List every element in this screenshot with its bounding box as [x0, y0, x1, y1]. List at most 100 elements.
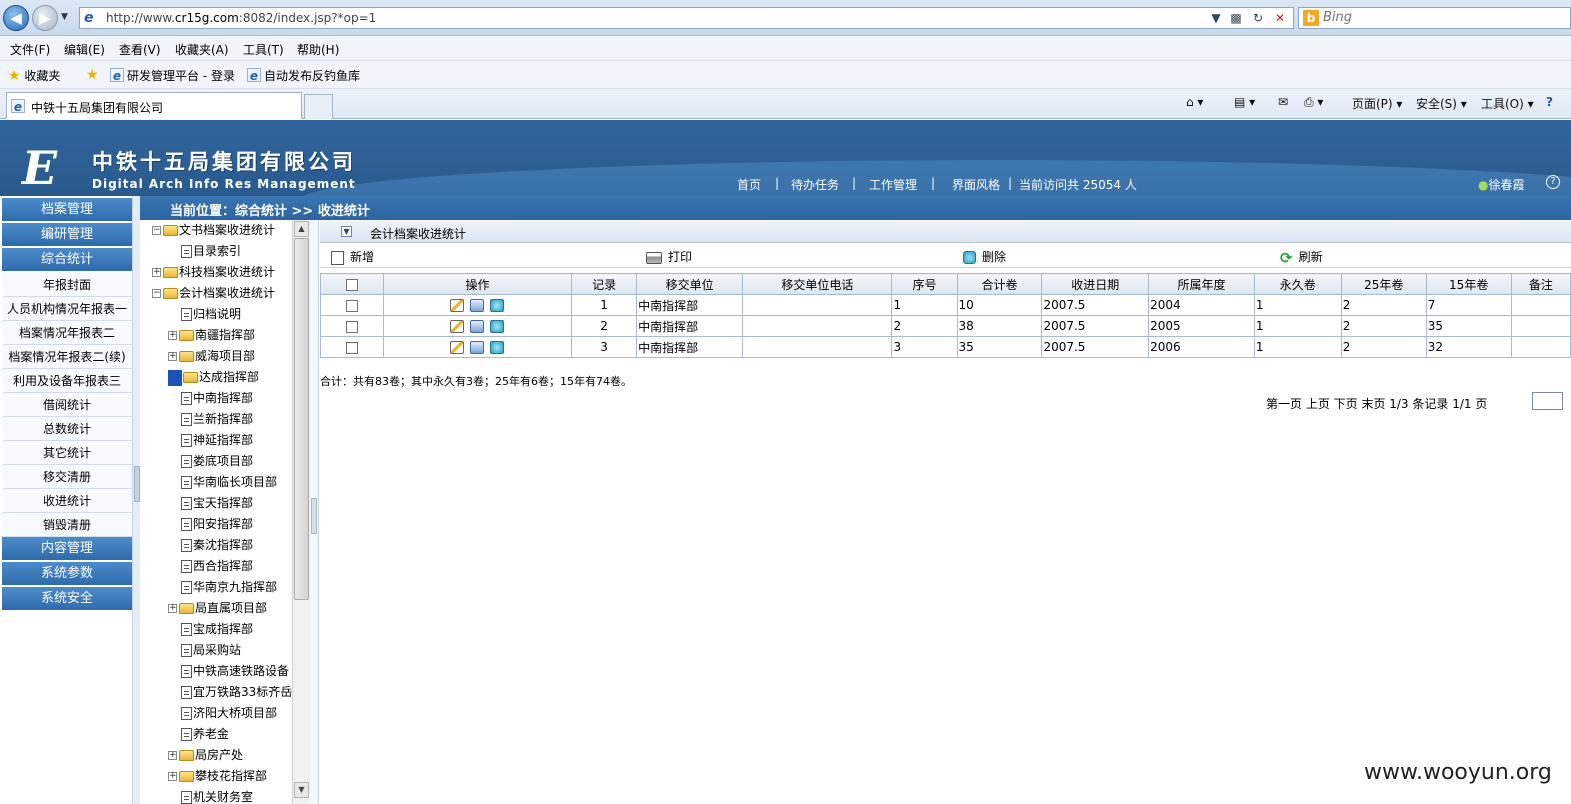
tree-node[interactable]: 目录索引 [168, 241, 241, 262]
tree-node[interactable]: 宝成指挥部 [168, 619, 253, 640]
expand-icon[interactable]: + [168, 352, 177, 361]
tree-node[interactable]: 济阳大桥项目部 [168, 703, 277, 724]
tree-node[interactable]: 西合指挥部 [168, 556, 253, 577]
favorite-link-rd-platform[interactable]: e 研发管理平台 - 登录 [110, 67, 235, 84]
help-icon[interactable]: ? [1546, 175, 1560, 189]
tree-node[interactable]: + 威海项目部 [168, 346, 255, 367]
tree-node[interactable]: 中铁高速铁路设备 [168, 661, 289, 682]
menu-view[interactable]: 查看(V) [119, 41, 161, 58]
tree-node[interactable]: 娄底项目部 [168, 451, 253, 472]
checkbox-icon[interactable] [345, 278, 358, 291]
delete-icon[interactable] [490, 299, 505, 312]
tree-node[interactable]: + 科技档案收进统计 [152, 262, 275, 283]
delete-icon[interactable] [490, 320, 505, 333]
expand-icon[interactable]: + [168, 751, 177, 760]
forward-button[interactable]: ▶ [32, 5, 58, 31]
edit-icon[interactable] [450, 320, 465, 333]
nav-item-6[interactable]: 档案情况年报表二(续) [2, 345, 132, 369]
nav-item-15[interactable]: 系统参数 [2, 562, 132, 586]
nav-work[interactable]: 工作管理 [869, 176, 917, 193]
row-checkbox[interactable] [345, 341, 358, 354]
tree-node[interactable]: 归档说明 [168, 304, 241, 325]
tree-node[interactable]: + 局直属项目部 [168, 598, 267, 619]
pagination[interactable]: 第一页 上页 下页 末页 1/3 条记录 1/1 页 [1266, 395, 1487, 412]
tree-node[interactable]: − 会计档案收进统计 [152, 283, 275, 304]
favorites-button[interactable]: ★ 收藏夹 [8, 67, 60, 84]
refresh-button[interactable]: ⟳ 刷新 [1280, 248, 1323, 265]
tree-node[interactable]: 宜万铁路33标齐岳 [168, 682, 292, 703]
expand-icon[interactable]: + [152, 268, 161, 277]
search-box[interactable]: b [1298, 7, 1571, 29]
view-icon[interactable] [470, 320, 485, 333]
nav-item-13[interactable]: 销毁清册 [2, 513, 132, 537]
scroll-thumb[interactable] [294, 238, 309, 600]
menu-tools[interactable]: 工具(T) [243, 41, 284, 58]
tree-node[interactable]: 机关财务室 [168, 787, 253, 804]
add-favorite-icon[interactable]: ★ [86, 67, 99, 83]
tree-splitter[interactable] [310, 220, 319, 804]
row-checkbox[interactable] [345, 299, 358, 312]
back-button[interactable]: ◀ [3, 5, 29, 31]
tools-menu[interactable]: 工具(O) ▾ [1481, 95, 1534, 112]
scroll-down-icon[interactable]: ▼ [294, 782, 309, 798]
tree-node[interactable]: 神延指挥部 [168, 430, 253, 451]
view-icon[interactable] [470, 299, 485, 312]
edit-icon[interactable] [450, 299, 465, 312]
nav-item-1[interactable]: 编研管理 [2, 223, 132, 247]
safety-menu[interactable]: 安全(S) ▾ [1416, 95, 1467, 112]
tree-node[interactable]: + 攀枝花指挥部 [168, 766, 267, 787]
row-checkbox[interactable] [345, 320, 358, 333]
compat-view-icon[interactable]: ▩ [1228, 10, 1244, 26]
nav-item-9[interactable]: 总数统计 [2, 417, 132, 441]
favorite-link-antiphishing[interactable]: e 自动发布反钓鱼库 [247, 67, 360, 84]
tree-node[interactable]: 达成指挥部 [168, 367, 259, 388]
nav-item-0[interactable]: 档案管理 [2, 198, 132, 222]
tree-node[interactable]: 养老金 [168, 724, 229, 745]
edit-icon[interactable] [450, 341, 465, 354]
search-input[interactable] [1323, 10, 1563, 25]
tree-node[interactable]: 秦沈指挥部 [168, 535, 253, 556]
address-field[interactable]: e http://www.cr15g.com:8082/index.jsp?*o… [79, 7, 1294, 29]
nav-item-5[interactable]: 档案情况年报表二 [2, 321, 132, 345]
scroll-up-icon[interactable]: ▲ [294, 221, 309, 237]
delete-icon[interactable] [490, 341, 505, 354]
help-icon[interactable]: ? [1546, 95, 1553, 109]
nav-item-2[interactable]: 综合统计 [2, 248, 132, 272]
new-tab-button[interactable] [304, 94, 333, 119]
nav-item-12[interactable]: 收进统计 [2, 489, 132, 513]
tree-node[interactable]: + 局房产处 [168, 745, 243, 766]
tree-node[interactable]: + 南疆指挥部 [168, 325, 255, 346]
page-menu[interactable]: 页面(P) ▾ [1352, 95, 1402, 112]
tree-scrollbar[interactable]: ▲ ▼ [292, 220, 310, 804]
nav-style[interactable]: 界面风格 [952, 176, 1000, 193]
delete-button[interactable]: 删除 [963, 248, 1006, 265]
menu-favorites[interactable]: 收藏夹(A) [175, 41, 229, 58]
expand-icon[interactable]: + [168, 604, 177, 613]
feeds-icon[interactable]: ▤ ▾ [1234, 95, 1255, 109]
view-icon[interactable] [470, 341, 485, 354]
print-icon[interactable]: ⎙ ▾ [1304, 95, 1323, 110]
nav-item-7[interactable]: 利用及设备年报表三 [2, 369, 132, 393]
menu-edit[interactable]: 编辑(E) [64, 41, 105, 58]
nav-todo[interactable]: 待办任务 [791, 176, 839, 193]
collapse-icon[interactable]: − [152, 226, 161, 235]
tree-node[interactable]: 兰新指挥部 [168, 409, 253, 430]
stop-icon[interactable]: ✕ [1272, 10, 1288, 26]
page-jump-input[interactable] [1532, 392, 1563, 410]
address-dropdown-icon[interactable]: ▼ [1208, 10, 1224, 26]
history-dropdown-icon[interactable]: ▼ [61, 12, 68, 22]
refresh-icon[interactable]: ↻ [1250, 10, 1266, 26]
tree-node[interactable]: 华南临长项目部 [168, 472, 277, 493]
tree-node[interactable]: 局采购站 [168, 640, 241, 661]
collapse-icon[interactable]: ▼ [341, 226, 352, 237]
nav-item-11[interactable]: 移交清册 [2, 465, 132, 489]
nav-item-8[interactable]: 借阅统计 [2, 393, 132, 417]
new-button[interactable]: 新增 [331, 248, 374, 265]
left-splitter[interactable] [132, 196, 140, 804]
tree-node[interactable]: 阳安指挥部 [168, 514, 253, 535]
mail-icon[interactable]: ✉ [1278, 95, 1288, 109]
current-user[interactable]: ●徐春霞 [1478, 176, 1525, 193]
nav-item-4[interactable]: 人员机构情况年报表一 [2, 297, 132, 321]
splitter-grip[interactable] [311, 498, 317, 534]
nav-item-14[interactable]: 内容管理 [2, 537, 132, 561]
